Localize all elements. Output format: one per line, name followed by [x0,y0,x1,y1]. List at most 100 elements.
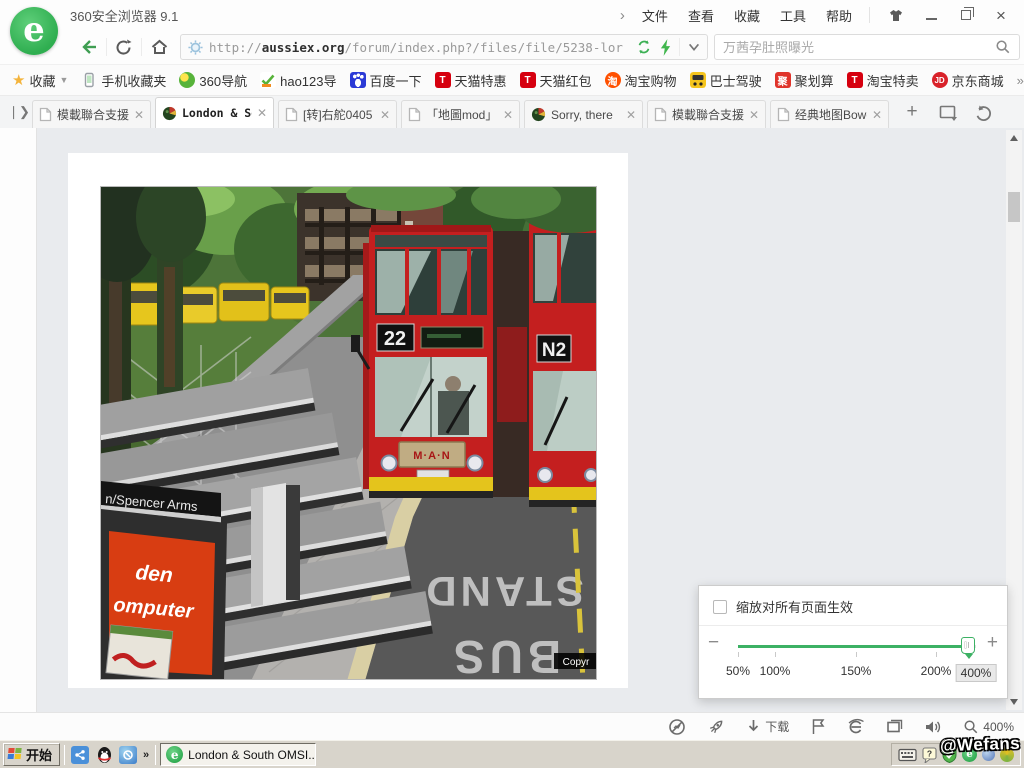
tick-mark [936,652,937,657]
zoom-slider-thumb[interactable] [961,637,975,654]
favorites-button[interactable]: ★ 收藏 ▼ [12,71,68,90]
restore-closed-tab-icon[interactable] [975,105,993,122]
tick-mark [856,652,857,657]
bookmark-tmall-sale[interactable]: T 天猫特惠 [435,71,507,90]
scroll-up-button[interactable] [1006,130,1022,146]
favorites-label: 收藏 [29,71,55,90]
tab-collapse-icon[interactable]: ❘❯ [6,99,32,125]
zoom-tick-150[interactable]: 150% [841,664,872,678]
tick-mark [775,652,776,657]
browser-logo-icon[interactable]: e [10,7,58,55]
tab-close-icon[interactable]: ✕ [872,108,882,122]
tab-list-icon[interactable] [939,105,959,122]
quicklaunch-qq-icon[interactable] [95,746,113,764]
menu-tools[interactable]: 工具 [780,6,806,25]
tab-5[interactable]: 模載聯合支援 ✕ [647,100,766,128]
minimize-button[interactable] [922,6,940,24]
apply-all-pages-label: 缩放对所有页面生效 [736,597,853,616]
tab-label: [转]右舵0405 [303,106,375,123]
quicklaunch-360cloud-icon[interactable] [71,746,89,764]
bookmark-juhuasuan[interactable]: 聚 聚划算 [775,71,834,90]
skin-icon[interactable] [887,6,905,24]
menu-file[interactable]: 文件 [642,6,668,25]
tab-close-icon[interactable]: ✕ [749,108,759,122]
keyboard-tray-icon[interactable] [898,748,917,762]
quicklaunch-360safe-icon[interactable] [119,746,137,764]
bus-route-number: 22 [384,328,406,350]
page-icon [39,107,52,122]
url-text[interactable]: http://aussiex.org/forum/index.php?/file… [209,40,636,55]
bookmark-taobao[interactable]: 淘 淘宝购物 [605,71,677,90]
menu-favorites[interactable]: 收藏 [734,6,760,25]
tab-close-icon[interactable]: ✕ [380,108,390,122]
tab-close-icon[interactable]: ✕ [257,106,267,120]
zoom-tick-200[interactable]: 200% [921,664,952,678]
page-zoom-button[interactable]: 400% [963,719,1014,735]
bookmark-label: 淘宝特卖 [867,71,919,90]
menu-collapse-icon[interactable]: › [620,7,625,24]
zoom-slider-track[interactable] [738,645,976,648]
vertical-scrollbar[interactable] [1006,130,1022,710]
speedup-rocket-button[interactable] [707,718,725,736]
address-bar[interactable]: http://aussiex.org/forum/index.php?/file… [180,34,708,60]
url-path: /forum/index.php?/files/file/5238-lor [344,40,622,55]
tab-2[interactable]: [转]右舵0405 ✕ [278,100,397,128]
bookmark-taobao-tejia[interactable]: T 淘宝特卖 [847,71,919,90]
chevron-down-icon[interactable]: ▼ [59,75,68,85]
speed-lightning-icon[interactable] [659,39,672,56]
report-flag-button[interactable] [810,718,826,735]
menu-help[interactable]: 帮助 [826,6,852,25]
zoom-tick-100[interactable]: 100% [760,664,791,678]
tab-close-icon[interactable]: ✕ [626,108,636,122]
taskbar-active-window-button[interactable]: e London & South OMSI... [160,743,316,766]
quicklaunch-overflow-icon[interactable]: » [143,749,149,761]
bookmark-360-nav[interactable]: 360导航 [179,71,247,90]
ie-compatibility-button[interactable] [847,718,865,736]
tab-0[interactable]: 模載聯合支援 ✕ [32,100,151,128]
zoom-tick-400-current[interactable]: 400% [956,664,997,682]
tab-close-icon[interactable]: ✕ [503,108,513,122]
media-block-button[interactable] [668,718,686,736]
translate-refresh-icon[interactable] [636,39,652,55]
bookmark-baidu[interactable]: 百度一下 [350,71,422,90]
bookmark-label: 巴士驾驶 [710,71,762,90]
new-tab-button[interactable]: + [899,99,925,125]
sound-mute-button[interactable] [924,719,942,735]
start-button[interactable]: 开始 [3,743,60,766]
refresh-button[interactable] [107,34,141,60]
scrollbar-thumb[interactable] [1008,192,1020,222]
tab-6[interactable]: 经典地图Bowd ✕ [770,100,889,128]
bookmark-tmall-redpacket[interactable]: T 天猫红包 [520,71,592,90]
help-tray-icon[interactable]: ? [922,747,937,763]
search-icon[interactable] [995,39,1011,55]
zoom-in-button[interactable]: + [987,632,998,654]
scroll-down-button[interactable] [1006,694,1022,710]
close-button[interactable]: × [992,6,1010,24]
hao123-icon [260,72,276,88]
back-button[interactable] [72,34,106,60]
apply-all-pages-checkbox[interactable] [713,600,727,614]
site-icon [187,39,204,56]
tab-1-active[interactable]: London & Sou ✕ [155,97,274,128]
zoom-tick-50[interactable]: 50% [726,664,750,678]
tab-3[interactable]: 「地圖mod」 ✕ [401,100,520,128]
download-label: 下载 [765,718,789,735]
bookmark-hao123[interactable]: hao123导 [260,71,336,90]
tab-label: 「地圖mod」 [426,106,498,123]
omsi-bus-screenshot[interactable]: STAND BUS [100,186,597,680]
home-button[interactable] [142,34,176,60]
bookmark-bus-driving[interactable]: 巴士驾驶 [690,71,762,90]
search-box[interactable] [714,34,1020,60]
menu-view[interactable]: 查看 [688,6,714,25]
bookmark-jd[interactable]: JD 京东商城 [932,71,1004,90]
window-layout-button[interactable] [886,719,903,735]
restore-button[interactable] [957,6,975,24]
tab-4[interactable]: Sorry, there ✕ [524,100,643,128]
download-button[interactable]: 下载 [746,718,789,735]
tab-close-icon[interactable]: ✕ [134,108,144,122]
zoom-out-button[interactable]: − [708,632,719,654]
url-dropdown-icon[interactable] [687,41,701,53]
bookmark-phone-favorites[interactable]: 手机收藏夹 [81,71,166,90]
search-input[interactable] [723,40,995,55]
page-content-area: STAND BUS [0,128,1024,712]
